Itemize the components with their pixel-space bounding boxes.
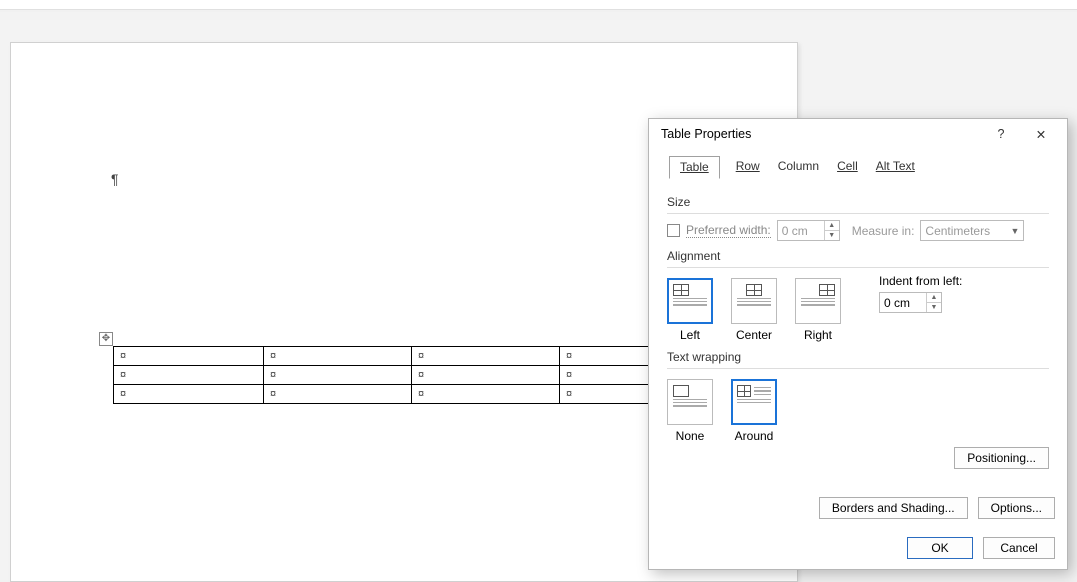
spinner-icon[interactable]: ▲▼ [824,221,839,240]
alignment-section-label: Alignment [667,249,1049,263]
tab-alt-text[interactable]: Alt Text [874,155,917,178]
size-section-label: Size [667,195,1049,209]
positioning-button[interactable]: Positioning... [954,447,1049,469]
table-cell[interactable]: ¤ [114,366,264,385]
dialog-titlebar[interactable]: Table Properties ? ✕ [649,119,1067,149]
wrapping-around-label: Around [735,429,774,443]
cancel-button[interactable]: Cancel [983,537,1055,559]
size-row: Preferred width: ▲▼ Measure in: Centimet… [667,220,1049,241]
table-properties-dialog: Table Properties ? ✕ Table Row Column Ce… [648,118,1068,570]
ok-button[interactable]: OK [907,537,973,559]
indent-from-left-input[interactable]: ▲▼ [879,292,942,313]
ruler [0,0,1077,10]
table-cell[interactable]: ¤ [114,385,264,404]
measure-in-combo[interactable]: Centimeters ▼ [920,220,1024,241]
preferred-width-input[interactable]: ▲▼ [777,220,840,241]
spinner-icon[interactable]: ▲▼ [926,293,941,312]
options-button[interactable]: Options... [978,497,1055,519]
tab-label: Cell [837,159,858,173]
chevron-down-icon: ▼ [1010,226,1019,236]
alignment-center-label: Center [736,328,772,342]
wrapping-none-option[interactable] [667,379,713,425]
indent-from-left-field[interactable] [880,293,926,312]
table-cell[interactable]: ¤ [412,347,560,366]
alignment-options: Left Center [667,278,841,342]
tab-cell[interactable]: Cell [835,155,860,178]
borders-and-shading-button[interactable]: Borders and Shading... [819,497,968,519]
wrapping-section-label: Text wrapping [667,350,1049,364]
alignment-center-option[interactable] [731,278,777,324]
alignment-left-label: Left [680,328,700,342]
table-row[interactable]: ¤ ¤ ¤ ¤ [114,385,708,404]
table-cell[interactable]: ¤ [264,385,412,404]
table-row[interactable]: ¤ ¤ ¤ ¤ [114,366,708,385]
table-cell[interactable]: ¤ [412,385,560,404]
measure-in-value: Centimeters [925,224,990,238]
tab-label: Column [778,159,819,173]
tab-label: Alt Text [876,159,915,173]
paragraph-mark: ¶ [111,171,119,187]
table-cell[interactable]: ¤ [114,347,264,366]
tab-column[interactable]: Column [776,155,821,178]
table-cell[interactable]: ¤ [412,366,560,385]
tab-table[interactable]: Table [669,156,720,179]
table-move-handle[interactable]: ✥ [99,332,113,346]
indent-from-left-group: Indent from left: ▲▼ [879,274,962,313]
preferred-width-checkbox[interactable] [667,224,680,237]
tab-row[interactable]: Row [734,155,762,178]
preferred-width-field[interactable] [778,221,824,240]
dialog-bottom: Borders and Shading... Options... OK Can… [649,489,1067,569]
tab-label: Row [736,159,760,173]
document-table[interactable]: ¤ ¤ ¤ ¤ ¤ ¤ ¤ ¤ ¤ ¤ ¤ ¤ [113,346,708,404]
table-cell[interactable]: ¤ [264,366,412,385]
wrapping-none-icon [673,385,707,419]
indent-from-left-label: Indent from left: [879,274,962,288]
table-cell[interactable]: ¤ [264,347,412,366]
preferred-width-label: Preferred width: [686,223,771,238]
wrapping-around-option[interactable] [731,379,777,425]
tab-panel-table: Size Preferred width: ▲▼ Measure in: Cen… [649,179,1067,469]
measure-in-label: Measure in: [852,224,915,238]
alignment-right-icon [801,284,835,318]
wrapping-options: None [667,379,777,443]
wrapping-around-icon [737,385,771,419]
close-button[interactable]: ✕ [1021,119,1061,149]
dialog-tabs: Table Row Column Cell Alt Text [649,149,1067,178]
alignment-left-icon [673,284,707,318]
alignment-center-icon [737,284,771,318]
alignment-right-label: Right [804,328,832,342]
table-row[interactable]: ¤ ¤ ¤ ¤ [114,347,708,366]
help-button[interactable]: ? [981,119,1021,149]
dialog-title: Table Properties [661,127,751,141]
tab-label: Table [680,160,709,174]
alignment-right-option[interactable] [795,278,841,324]
wrapping-none-label: None [676,429,705,443]
alignment-left-option[interactable] [667,278,713,324]
